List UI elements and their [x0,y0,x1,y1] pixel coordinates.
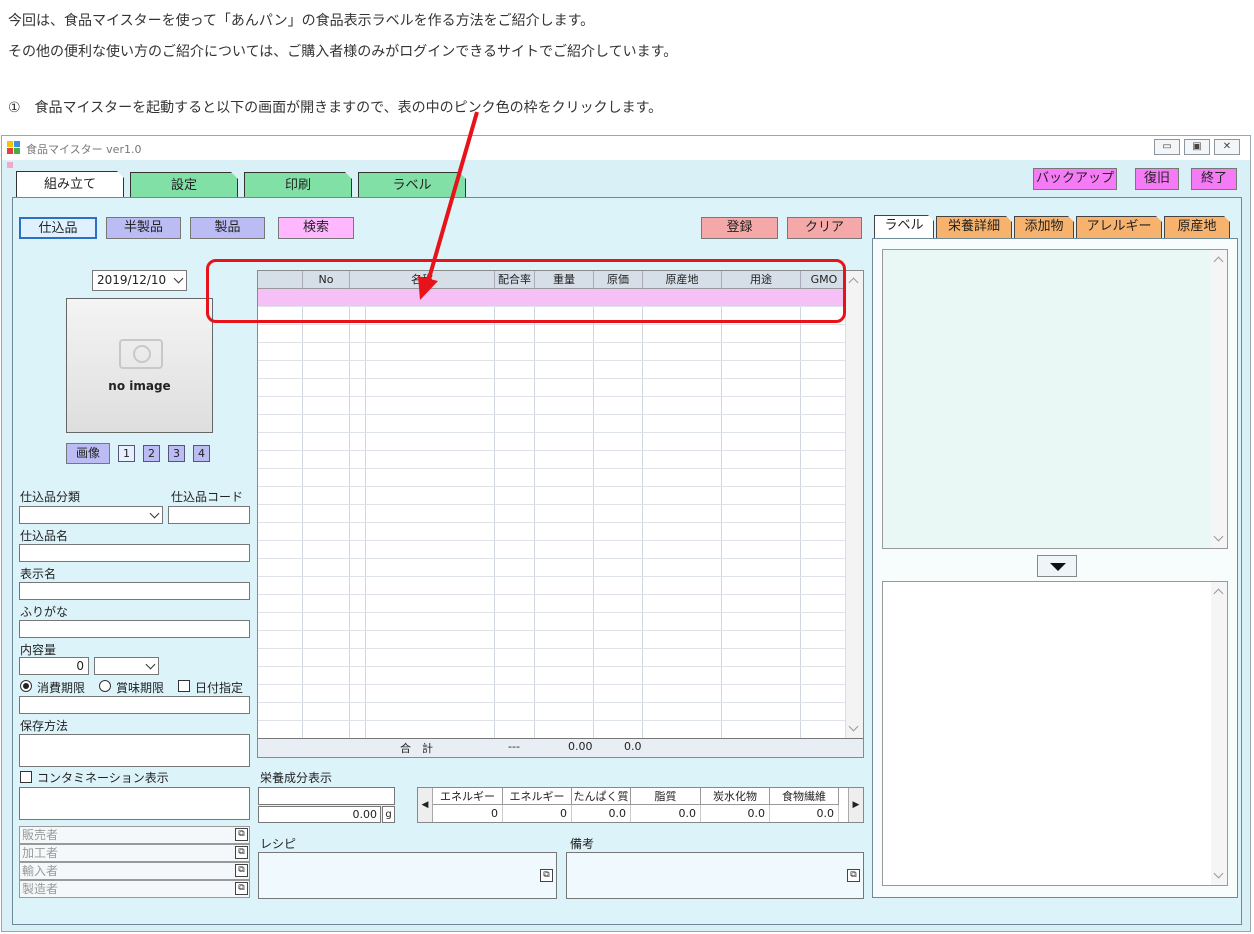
scroll-down-icon[interactable] [1213,531,1224,542]
recipe-input[interactable]: ⧉ [258,852,557,899]
tab-right-label[interactable]: ラベル [874,215,934,239]
expand-down-button[interactable] [1037,555,1077,577]
nutrition-name-input[interactable] [258,787,395,805]
nutrition-table: ◀ ▶ エネルギー 0 エネルギー 0 たんぱく質 0.0 脂質 0.0 炭水化物 0.0 食物繊維… [417,787,864,823]
nutrition-header: エネルギー [433,788,503,805]
tab-origin[interactable]: 原産地 [1164,216,1230,238]
notes-input[interactable]: ⧉ [566,852,864,899]
tab-additives[interactable]: 添加物 [1014,216,1074,238]
scroll-up-icon[interactable] [1213,588,1224,599]
nutrition-header: 食物繊維 [770,788,839,805]
nutrition-value: 0.0 [572,805,631,822]
nutrition-unit: g [382,806,395,823]
nutrition-value: 0.0 [701,805,770,822]
nutrition-header: たんぱく質 [572,788,631,805]
label-detail [882,581,1228,886]
recipe-label: レシピ [260,837,297,851]
nutrition-value: 0 [503,805,572,822]
preview-scrollbar[interactable] [1211,250,1227,548]
copy-icon[interactable]: ⧉ [540,869,553,882]
triangle-down-icon [1050,563,1066,571]
nutrition-header: エネルギー [503,788,572,805]
label-preview [882,249,1228,549]
nutrition-value: 0.0 [770,805,839,822]
detail-scrollbar[interactable] [1211,582,1227,885]
scroll-down-icon[interactable] [1213,868,1224,879]
tab-allergy[interactable]: アレルギー [1076,216,1162,238]
tab-nutrition-detail[interactable]: 栄養詳細 [936,216,1012,238]
scroll-left-icon[interactable]: ◀ [418,788,433,822]
nutrition-value: 0.0 [631,805,701,822]
nutrition-amount-input[interactable]: 0.00 [258,806,381,823]
nutrition-cells: エネルギー 0 エネルギー 0 たんぱく質 0.0 脂質 0.0 炭水化物 0.0 食物繊維 0.0 [433,788,849,822]
scroll-right-icon[interactable]: ▶ [848,788,863,822]
copy-icon[interactable]: ⧉ [847,869,860,882]
right-panel [872,238,1238,898]
nutrition-value: 0 [433,805,503,822]
scroll-up-icon[interactable] [1213,256,1224,267]
nutrition-header: 脂質 [631,788,701,805]
notes-label: 備考 [570,837,595,851]
nutrition-header: 炭水化物 [701,788,770,805]
nutrition-label: 栄養成分表示 [260,771,333,785]
